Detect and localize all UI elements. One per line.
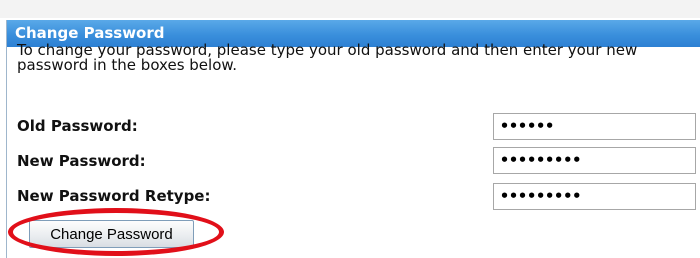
new-password-field[interactable]: ••••••••• <box>493 147 696 174</box>
change-password-button[interactable]: Change Password <box>29 220 194 248</box>
old-password-label: Old Password: <box>17 117 138 135</box>
new-password-retype-label: New Password Retype: <box>17 187 211 205</box>
new-password-label: New Password: <box>17 152 146 170</box>
old-password-field[interactable]: •••••• <box>493 113 696 140</box>
top-band <box>0 0 700 18</box>
new-password-retype-field[interactable]: ••••••••• <box>493 183 696 210</box>
panel-title: Change Password <box>15 24 165 42</box>
instructions-text: To change your password, please type you… <box>17 41 638 74</box>
